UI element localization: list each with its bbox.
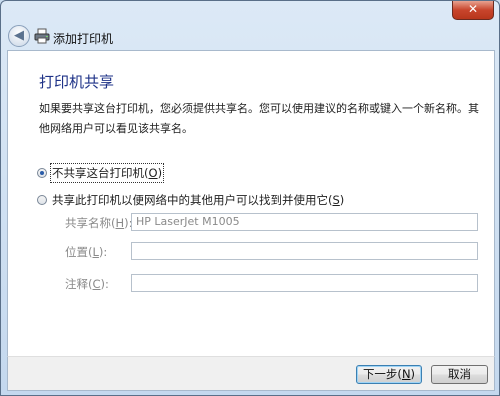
back-button[interactable]: ◀ [8,25,30,47]
add-printer-window: ✕ ◀ 添加打印机 打印机共享 如果要共享这台打印机，您必须提供共享名。您可以使… [0,0,500,396]
no-share-radio[interactable] [37,168,47,178]
location-label: 位置(L): [65,245,108,259]
share-name-label: 共享名称(H): [65,216,133,230]
wizard-content: 打印机共享 如果要共享这台打印机，您必须提供共享名。您可以使用建议的名称或键入一… [7,50,495,357]
location-input[interactable] [131,242,478,260]
no-share-option[interactable]: 不共享这台打印机(O) [37,163,165,183]
cancel-button[interactable]: 取消 [431,365,488,384]
no-share-label[interactable]: 不共享这台打印机(O) [49,163,165,183]
navigation-bar: ◀ 添加打印机 [1,23,499,49]
share-option[interactable]: 共享此打印机以便网络中的其他用户可以找到并使用它(S) [37,192,344,208]
page-description: 如果要共享这台打印机，您必须提供共享名。您可以使用建议的名称或键入一个新名称。其… [39,102,479,135]
wizard-footer: 下一步(N) 取消 [7,356,495,391]
comment-label: 注释(C): [65,277,109,291]
back-arrow-icon: ◀ [14,28,24,43]
window-title: 添加打印机 [53,32,114,46]
printer-icon [34,28,50,44]
close-button[interactable]: ✕ [452,1,494,20]
share-radio[interactable] [37,195,47,205]
comment-input[interactable] [131,274,478,292]
share-label[interactable]: 共享此打印机以便网络中的其他用户可以找到并使用它(S) [52,192,344,208]
close-icon: ✕ [467,2,479,16]
page-title: 打印机共享 [39,73,115,91]
share-name-input[interactable]: HP LaserJet M1005 [131,213,478,231]
next-button[interactable]: 下一步(N) [356,365,422,384]
